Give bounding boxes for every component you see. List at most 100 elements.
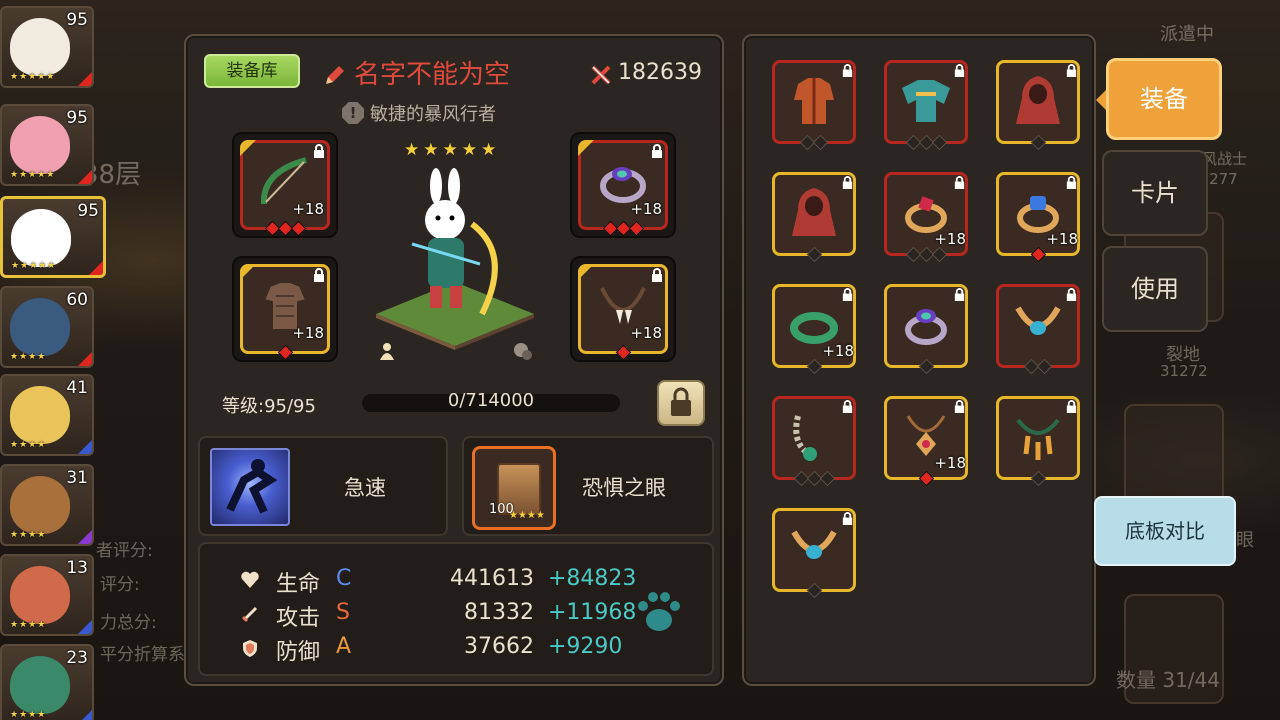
gem-row <box>988 470 1088 487</box>
lock-icon <box>1066 400 1077 413</box>
inventory-grid: +18 +18 +18 +18 <box>742 34 1096 686</box>
stat-name: 防御 <box>276 640 321 665</box>
tab-card[interactable]: 卡片 <box>1102 150 1208 236</box>
rarity-marker <box>78 530 92 544</box>
pencil-icon[interactable] <box>322 62 348 88</box>
enhance-level: +18 <box>630 200 662 218</box>
gem-ring-icon <box>905 309 947 345</box>
equip-slot-ring[interactable]: +18 <box>570 132 676 238</box>
inventory-item-gold-necklace[interactable] <box>988 276 1088 376</box>
inventory-item-gem-ring[interactable] <box>876 276 976 376</box>
gem-row <box>876 246 976 263</box>
teal-armor-icon <box>902 80 950 122</box>
hero-stars: ★★★★★ <box>404 140 501 160</box>
hero-level: 60 <box>66 290 88 310</box>
inventory-item-ruby-ring[interactable]: +18 <box>876 164 976 264</box>
rarity-marker <box>78 170 92 184</box>
hero-stars: ★★★★★ <box>10 72 56 82</box>
equip-slot-weapon[interactable]: +18 <box>232 132 338 238</box>
rarity-marker <box>78 620 92 634</box>
hero-card-red-hair-hero[interactable]: 13 ★★★★ <box>0 554 94 636</box>
hero-card-pink-hair-hero[interactable]: 95 ★★★★★ <box>0 104 94 186</box>
hero-stars: ★★★★ <box>10 440 47 450</box>
inventory-item-red-armor[interactable] <box>764 52 864 152</box>
gem-row <box>764 358 864 375</box>
alert-icon: ! <box>342 102 364 124</box>
inventory-item-teal-armor[interactable] <box>876 52 976 152</box>
inventory-item-sapphire-ring[interactable]: +18 <box>988 164 1088 264</box>
stat-grade: A <box>336 634 352 659</box>
background-score-label: 力总分: <box>100 613 157 633</box>
equip-slot-armor[interactable]: +18 <box>232 256 338 362</box>
lock-icon <box>954 400 965 413</box>
stat-row-defense: 防御 A 37662 +9290 <box>240 634 623 665</box>
feather-necklace-icon <box>1016 418 1060 460</box>
enhance-level: +18 <box>934 454 966 472</box>
inventory-item-feather-necklace[interactable] <box>988 388 1088 488</box>
enhance-level: +18 <box>630 324 662 342</box>
red-hair-hero-icon <box>10 566 70 624</box>
hero-stars: ★★★★★ <box>11 261 57 271</box>
lock-icon <box>314 144 324 158</box>
gem-row <box>570 220 676 237</box>
gem-row <box>988 134 1088 151</box>
skill-box[interactable]: 急速 <box>198 436 448 536</box>
tab-use[interactable]: 使用 <box>1102 246 1208 332</box>
gem-row <box>232 344 338 361</box>
card-frame: 100 ★★★★ <box>472 446 556 530</box>
hero-card-blonde-hero[interactable]: 41 ★★★★ <box>0 374 94 456</box>
hero-stars: ★★★★ <box>10 710 47 720</box>
gem-row <box>988 358 1088 375</box>
gem-row <box>764 134 864 151</box>
enhance-level: +18 <box>934 230 966 248</box>
brown-hair-hero-icon <box>10 476 70 534</box>
lock-icon <box>1066 64 1077 77</box>
hero-card-green-hair-hero[interactable]: 23 ★★★★ <box>0 644 94 720</box>
bunny-hero-icon <box>11 209 71 267</box>
enhance-level: +18 <box>1046 230 1078 248</box>
enhance-level: +18 <box>822 342 854 360</box>
stats-box: 生命 C 441613 +84823 攻击 S 81332 +11968 防御 … <box>198 542 714 676</box>
equip-slot-necklace[interactable]: +18 <box>570 256 676 362</box>
stat-bonus: +9290 <box>548 634 623 659</box>
skill-name: 急速 <box>344 476 386 500</box>
inventory-item-amulet[interactable]: +18 <box>876 388 976 488</box>
card-name: 恐惧之眼 <box>582 476 666 500</box>
hero-list: 95 ★★★★★ 95 ★★★★★ 95 ★★★★★ 60 ★★★★ 41 ★★★★ 31 ★★★★ 1… <box>0 0 106 720</box>
stat-value: 441613 <box>450 566 534 591</box>
hero-level: 41 <box>66 378 88 398</box>
paw-icon[interactable] <box>632 584 686 638</box>
inventory-item-bead-necklace[interactable] <box>764 388 864 488</box>
compare-button[interactable]: 底板对比 <box>1094 496 1236 566</box>
gold-necklace-icon <box>791 530 837 559</box>
lock-button[interactable] <box>657 380 705 426</box>
background-hero-label: 风战士 <box>1202 150 1248 168</box>
level-label: 等级:95/95 <box>222 396 316 417</box>
hero-card-rooster-hero[interactable]: 95 ★★★★★ <box>0 6 94 88</box>
hero-card-brown-hair-hero[interactable]: 31 ★★★★ <box>0 464 94 546</box>
tab-equip[interactable]: 装备 <box>1106 58 1222 140</box>
hero-card-bunny-hero[interactable]: 95 ★★★★★ <box>0 196 106 278</box>
inventory-item-gold-necklace[interactable] <box>764 500 864 600</box>
lock-icon <box>1066 288 1077 301</box>
gem-row <box>876 358 976 375</box>
lock-icon <box>842 400 853 413</box>
inventory-item-hood-robe[interactable] <box>764 164 864 264</box>
heart-icon <box>241 571 259 588</box>
equipment-library-button[interactable]: 装备库 <box>204 54 300 88</box>
hood-robe-icon <box>792 188 836 236</box>
hero-level: 95 <box>77 201 99 221</box>
inventory-item-jade-ring[interactable]: +18 <box>764 276 864 376</box>
green-hair-hero-icon <box>10 656 70 714</box>
lock-icon <box>954 288 965 301</box>
hero-title: ! 敏捷的暴风行者 <box>342 100 496 126</box>
hero-card-helmet-hero[interactable]: 60 ★★★★ <box>0 286 94 368</box>
rarity-marker <box>89 261 103 275</box>
background-score-label: 平分折算系 <box>100 645 185 665</box>
crossed-swords-icon <box>591 65 611 85</box>
stat-grade: S <box>336 600 350 625</box>
card-box[interactable]: 100 ★★★★ 恐惧之眼 <box>462 436 714 536</box>
hero-title-text: 敏捷的暴风行者 <box>370 104 496 125</box>
inventory-item-hood-robe[interactable] <box>988 52 1088 152</box>
combat-power: 182639 <box>618 60 702 85</box>
